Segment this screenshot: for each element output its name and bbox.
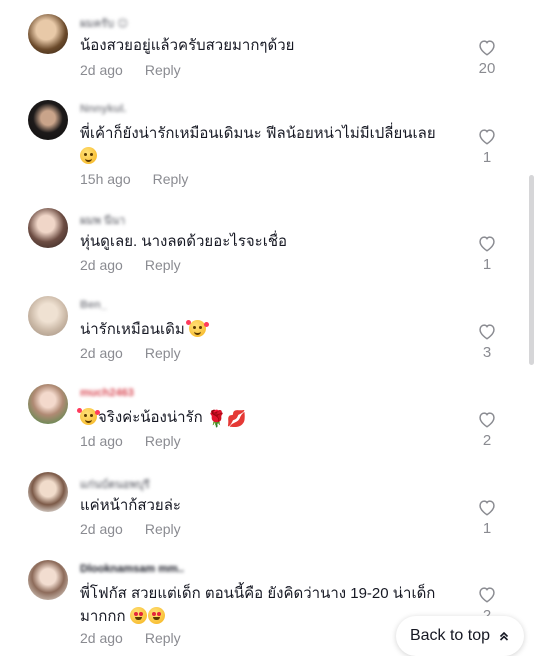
kiss-lips-icon: 💋	[226, 411, 247, 428]
heart-icon[interactable]	[477, 322, 497, 340]
comment-meta: 2d ago Reply	[80, 521, 181, 537]
comment-username[interactable]: แก่นบ์ตนอพบุรี	[80, 475, 150, 493]
avatar[interactable]	[28, 14, 68, 54]
reply-button[interactable]: Reply	[145, 521, 181, 537]
like-count: 3	[482, 344, 492, 361]
heart-eyes-face-icon	[147, 607, 165, 624]
like-button[interactable]: 20	[474, 38, 500, 77]
like-button[interactable]: 1	[474, 127, 500, 166]
comment-meta: 1d ago Reply	[80, 433, 181, 449]
comment-text: น่ารักเหมือนเดิม	[80, 318, 450, 341]
comment-username[interactable]: Dlooknamsam mm..	[80, 563, 184, 575]
like-count: 2	[482, 432, 492, 449]
reply-button[interactable]: Reply	[145, 433, 181, 449]
like-button[interactable]: 2	[474, 410, 500, 449]
comment-time: 2d ago	[80, 630, 123, 646]
comment-meta: 2d ago Reply	[80, 257, 181, 273]
back-to-top-button[interactable]: Back to top	[396, 616, 524, 656]
smiling-face-with-hearts-icon	[77, 408, 100, 425]
comment-username[interactable]: Ben_	[80, 299, 107, 311]
heart-icon[interactable]	[477, 38, 497, 56]
comment-text: น้องสวยอยู่แล้วครับสวยมากๆด้วย	[80, 37, 295, 54]
comment-meta: 2d ago Reply	[80, 62, 181, 78]
comment-time: 2d ago	[80, 257, 123, 273]
comment-meta: 2d ago Reply	[80, 630, 181, 646]
avatar[interactable]	[28, 100, 68, 140]
heart-icon[interactable]	[477, 127, 497, 145]
heart-icon[interactable]	[477, 585, 497, 603]
avatar[interactable]	[28, 296, 68, 336]
comment-username[interactable]: Nnnykul.	[80, 103, 126, 115]
comment-time: 2d ago	[80, 345, 123, 361]
comment-time: 2d ago	[80, 521, 123, 537]
comment-text: แค่หน้าก้สวยล่ะ	[80, 497, 181, 514]
avatar[interactable]	[28, 560, 68, 600]
comment-time: 2d ago	[80, 62, 123, 78]
avatar[interactable]	[28, 384, 68, 424]
like-count: 1	[482, 256, 492, 273]
rose-icon: 🌹	[206, 411, 227, 428]
like-count: 1	[482, 520, 492, 537]
reply-button[interactable]: Reply	[153, 171, 189, 187]
comment-text-content: จริงค่ะน้องน่ารัก	[98, 409, 203, 426]
comment-text: พี่โฟกัส สวยแต่เด็ก ตอนนี้คือ ยังคิดว่าน…	[80, 582, 455, 628]
back-to-top-label: Back to top	[409, 627, 491, 644]
comment-time: 1d ago	[80, 433, 123, 449]
comment-username[interactable]: ผมพ นีนา	[80, 211, 125, 229]
smiling-face-icon	[80, 147, 97, 164]
reply-button[interactable]: Reply	[145, 630, 181, 646]
comment-text-content: น่ารักเหมือนเดิม	[80, 321, 185, 338]
reply-button[interactable]: Reply	[145, 345, 181, 361]
scrollbar-thumb[interactable]	[529, 175, 534, 365]
heart-icon[interactable]	[477, 234, 497, 252]
heart-icon[interactable]	[477, 498, 497, 516]
comment-text: หุ่นดูเลย. นางลดด้วยอะไรจะเชื่อ	[80, 233, 288, 250]
comment-meta: 2d ago Reply	[80, 345, 181, 361]
comment-meta: 15h ago Reply	[80, 171, 188, 187]
like-button[interactable]: 1	[474, 234, 500, 273]
like-button[interactable]: 1	[474, 498, 500, 537]
comment-time: 15h ago	[80, 171, 131, 187]
avatar[interactable]	[28, 472, 68, 512]
reply-button[interactable]: Reply	[145, 257, 181, 273]
reply-button[interactable]: Reply	[145, 62, 181, 78]
smiling-face-with-hearts-icon	[185, 320, 209, 337]
like-count: 20	[478, 60, 496, 77]
comment-text: พี่เค้าก็ยังน่ารักเหมือนเดิมนะ ฟีลน้อยหน…	[80, 122, 455, 168]
comment-text: จริงค่ะน้องน่ารัก 🌹💋	[77, 406, 450, 429]
heart-eyes-face-icon	[129, 607, 147, 624]
like-count: 1	[482, 149, 492, 166]
like-button[interactable]: 3	[474, 322, 500, 361]
comment-username[interactable]: much2463	[80, 387, 134, 399]
heart-icon[interactable]	[477, 410, 497, 428]
comment-text-content: พี่เค้าก็ยังน่ารักเหมือนเดิมนะ ฟีลน้อยหน…	[80, 125, 436, 142]
comment-username[interactable]: ผมครับ 😊	[80, 14, 128, 32]
avatar[interactable]	[28, 208, 68, 248]
double-chevron-up-icon	[499, 631, 509, 641]
